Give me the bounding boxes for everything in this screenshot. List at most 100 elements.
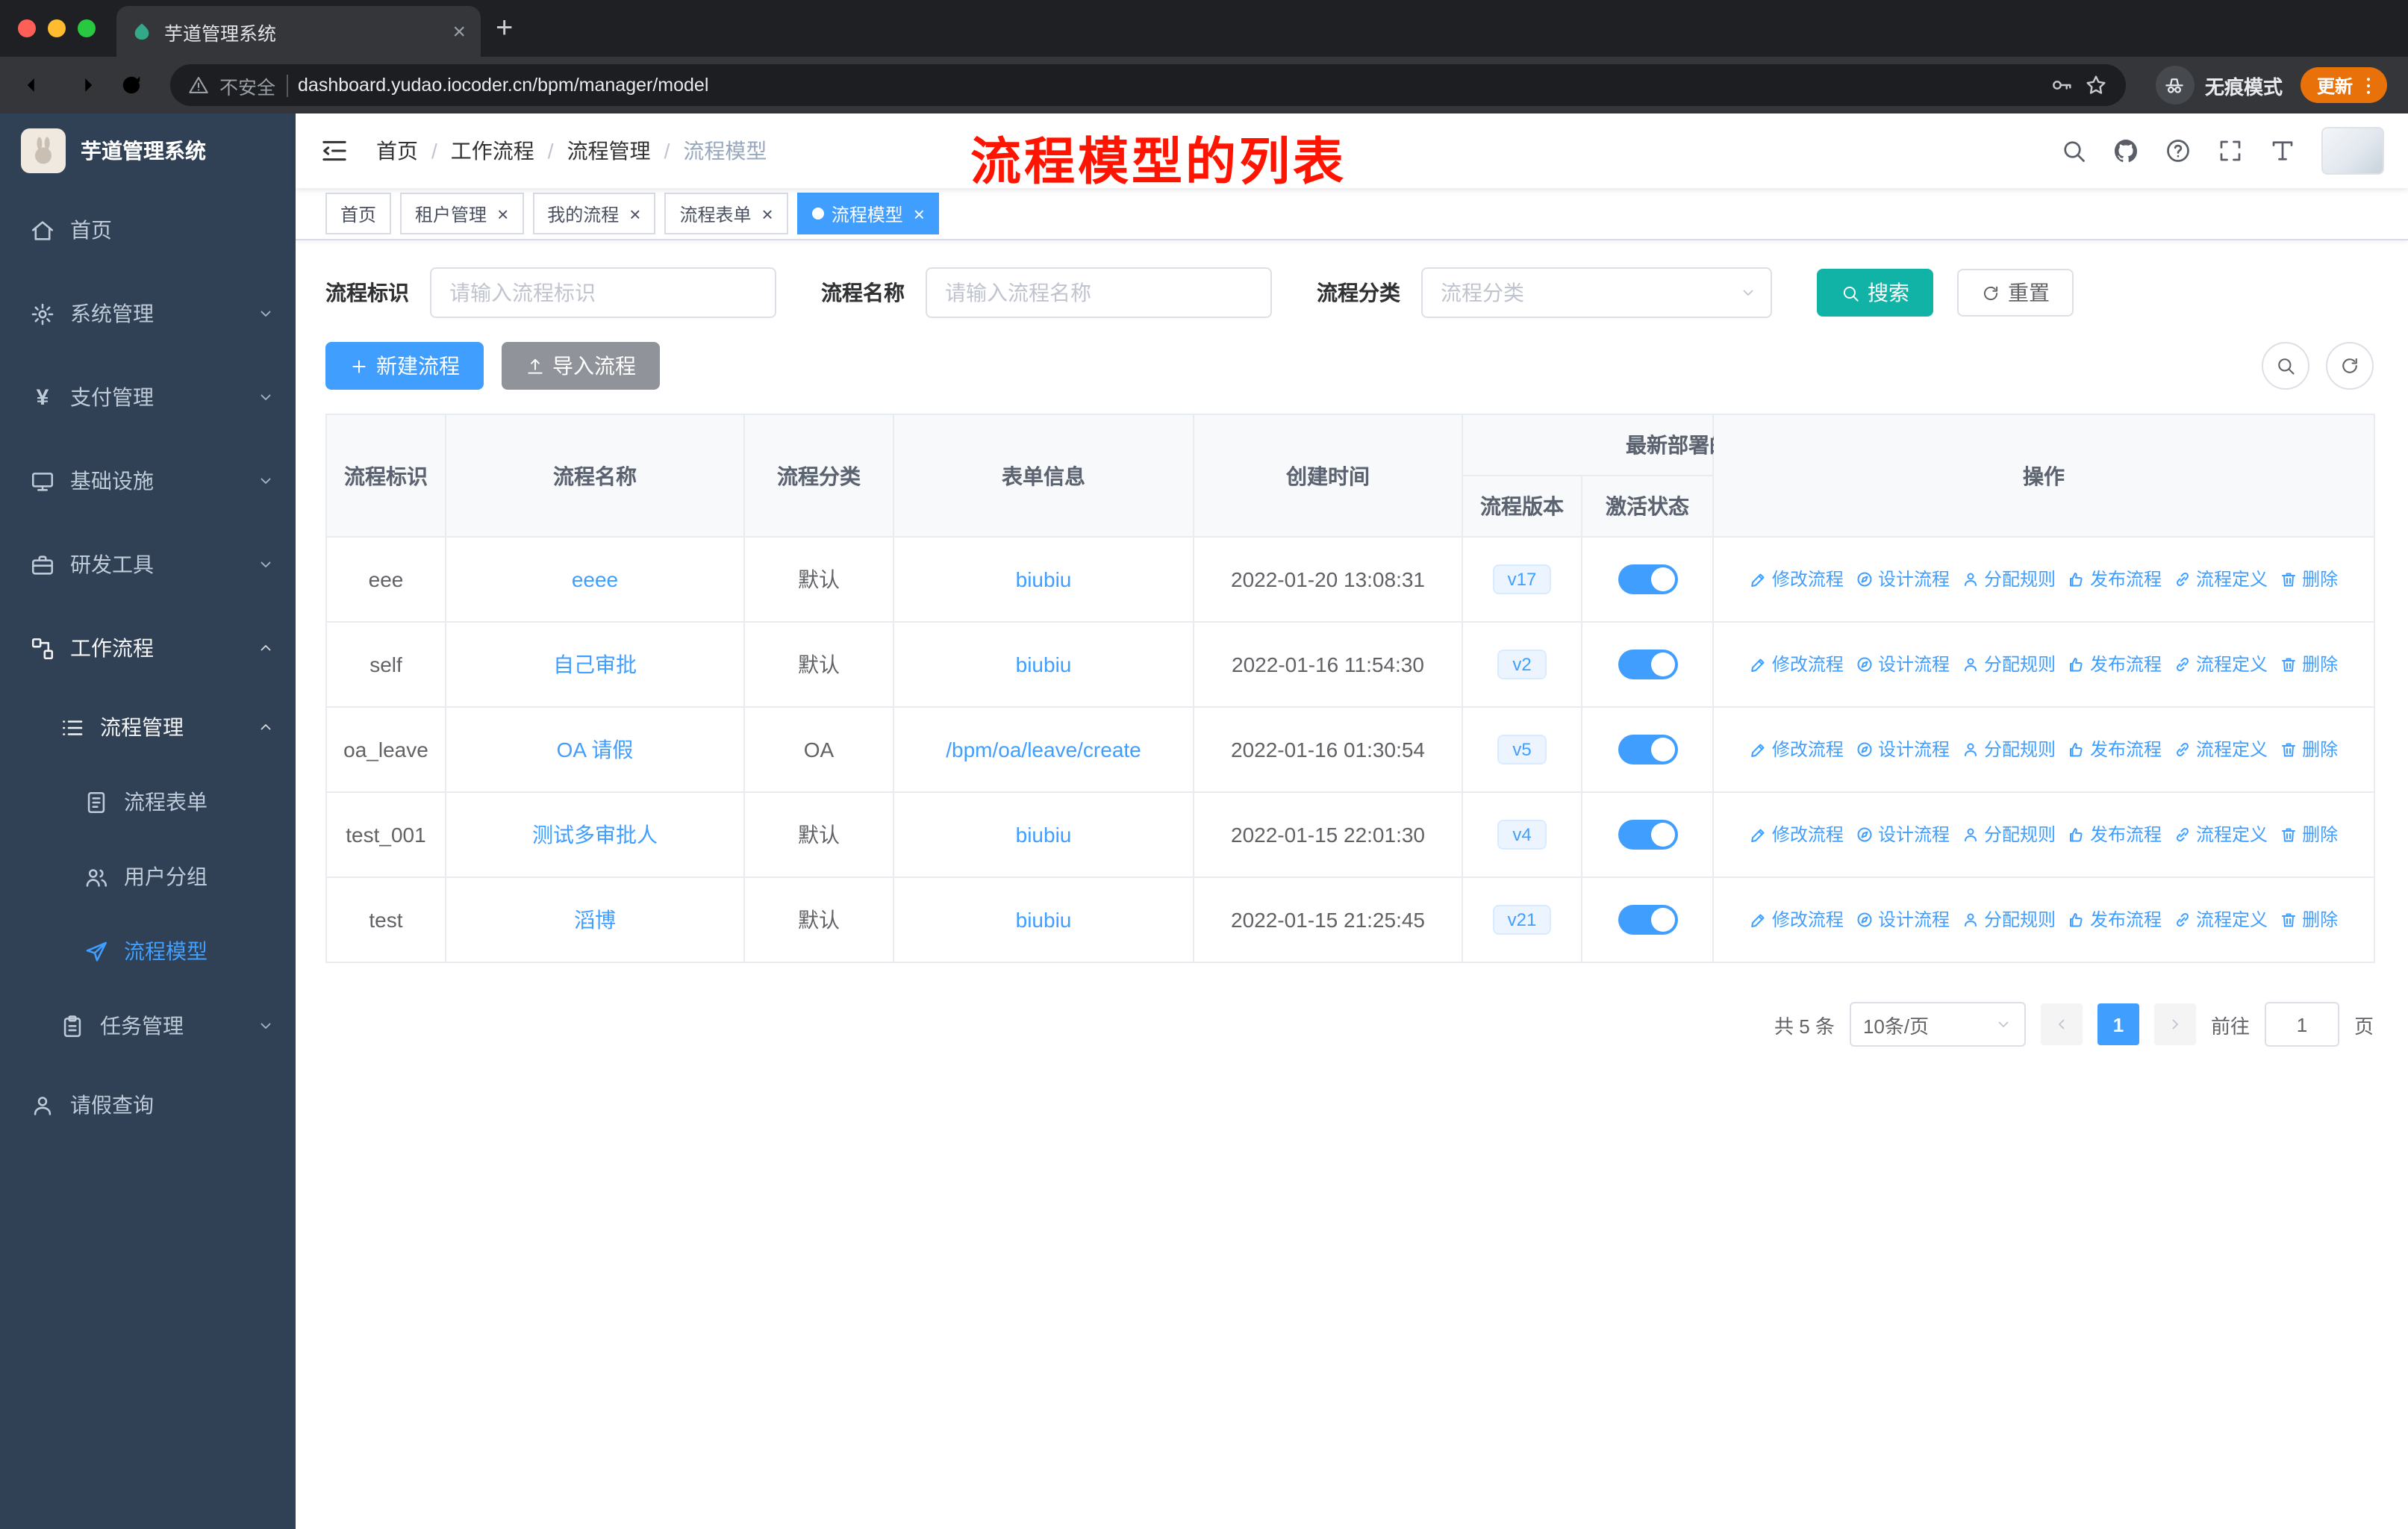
publish-process-link[interactable]: 发布流程 [2068, 567, 2162, 592]
current-page-button[interactable]: 1 [2097, 1003, 2139, 1045]
sidebar-item-leave-query[interactable]: 请假查询 [0, 1063, 296, 1147]
tag-my-process[interactable]: 我的流程 × [532, 193, 656, 234]
active-toggle[interactable] [1618, 735, 1677, 764]
form-info-link[interactable]: biubiu [1016, 653, 1072, 676]
sidebar-item-process-form[interactable]: 流程表单 [0, 764, 296, 839]
process-name-link[interactable]: 滔博 [574, 908, 616, 932]
close-icon[interactable]: × [629, 204, 640, 223]
new-tab-button[interactable]: + [496, 13, 513, 43]
browser-menu-icon[interactable] [2357, 74, 2380, 96]
assign-rule-link[interactable]: 分配规则 [1962, 652, 2056, 677]
close-icon[interactable]: × [914, 204, 925, 223]
update-button[interactable]: 更新 [2300, 67, 2387, 103]
edit-process-link[interactable]: 修改流程 [1750, 652, 1844, 677]
tab-close-icon[interactable]: × [452, 20, 466, 43]
delete-process-link[interactable]: 删除 [2280, 567, 2338, 592]
process-id-input[interactable] [430, 267, 776, 318]
process-name-link[interactable]: OA 请假 [557, 738, 634, 762]
sidebar-item-system[interactable]: 系统管理 [0, 272, 296, 355]
sidebar-item-infrastructure[interactable]: 基础设施 [0, 439, 296, 523]
process-category-select[interactable]: 流程分类 [1421, 267, 1772, 318]
breadcrumb-process-management[interactable]: 流程管理 [567, 136, 651, 166]
github-icon[interactable] [2112, 137, 2139, 164]
back-icon[interactable] [22, 72, 49, 99]
delete-process-link[interactable]: 删除 [2280, 652, 2338, 677]
edit-process-link[interactable]: 修改流程 [1750, 907, 1844, 932]
active-toggle[interactable] [1618, 905, 1677, 935]
tag-process-form[interactable]: 流程表单 × [664, 193, 788, 234]
process-definition-link[interactable]: 流程定义 [2174, 822, 2268, 847]
edit-process-link[interactable]: 修改流程 [1750, 822, 1844, 847]
version-badge[interactable]: v5 [1497, 735, 1547, 764]
breadcrumb-home[interactable]: 首页 [376, 136, 418, 166]
toggle-search-button[interactable] [2262, 342, 2309, 390]
version-badge[interactable]: v2 [1497, 650, 1547, 679]
close-window-button[interactable] [18, 19, 36, 37]
user-avatar[interactable] [2321, 127, 2384, 175]
minimize-window-button[interactable] [48, 19, 66, 37]
create-process-button[interactable]: 新建流程 [325, 342, 484, 390]
edit-process-link[interactable]: 修改流程 [1750, 567, 1844, 592]
import-process-button[interactable]: 导入流程 [502, 342, 660, 390]
sidebar-item-payment[interactable]: ¥ 支付管理 [0, 355, 296, 439]
delete-process-link[interactable]: 删除 [2280, 822, 2338, 847]
assign-rule-link[interactable]: 分配规则 [1962, 737, 2056, 762]
process-name-link[interactable]: eeee [572, 567, 618, 591]
process-definition-link[interactable]: 流程定义 [2174, 652, 2268, 677]
sidebar-item-user-group[interactable]: 用户分组 [0, 839, 296, 914]
process-definition-link[interactable]: 流程定义 [2174, 737, 2268, 762]
close-icon[interactable]: × [762, 204, 773, 223]
bookmark-star-icon[interactable] [2084, 73, 2108, 97]
address-bar[interactable]: 不安全 dashboard.yudao.iocoder.cn/bpm/manag… [170, 64, 2126, 106]
reload-icon[interactable] [118, 72, 145, 99]
delete-process-link[interactable]: 删除 [2280, 907, 2338, 932]
collapse-sidebar-icon[interactable] [319, 136, 349, 166]
active-toggle[interactable] [1618, 650, 1677, 679]
next-page-button[interactable] [2153, 1003, 2196, 1045]
font-size-icon[interactable] [2269, 137, 2296, 164]
tag-home[interactable]: 首页 [325, 193, 392, 234]
page-size-select[interactable]: 10条/页 [1849, 1002, 2026, 1047]
sidebar-item-workflow[interactable]: 工作流程 [0, 606, 296, 690]
assign-rule-link[interactable]: 分配规则 [1962, 567, 2056, 592]
design-process-link[interactable]: 设计流程 [1856, 907, 1950, 932]
tag-tenant-management[interactable]: 租户管理 × [400, 193, 524, 234]
zoom-window-button[interactable] [78, 19, 96, 37]
prev-page-button[interactable] [2040, 1003, 2083, 1045]
publish-process-link[interactable]: 发布流程 [2068, 907, 2162, 932]
sidebar-item-home[interactable]: 首页 [0, 188, 296, 272]
active-toggle[interactable] [1618, 564, 1677, 594]
design-process-link[interactable]: 设计流程 [1856, 567, 1950, 592]
search-icon[interactable] [2060, 137, 2087, 164]
active-toggle[interactable] [1618, 820, 1677, 850]
process-name-link[interactable]: 测试多审批人 [532, 823, 658, 847]
version-badge[interactable]: v4 [1497, 820, 1547, 850]
form-info-link[interactable]: biubiu [1016, 567, 1072, 591]
assign-rule-link[interactable]: 分配规则 [1962, 822, 2056, 847]
tag-process-model[interactable]: 流程模型 × [796, 193, 940, 234]
design-process-link[interactable]: 设计流程 [1856, 652, 1950, 677]
process-definition-link[interactable]: 流程定义 [2174, 907, 2268, 932]
sidebar-item-task-management[interactable]: 任务管理 [0, 988, 296, 1063]
delete-process-link[interactable]: 删除 [2280, 737, 2338, 762]
publish-process-link[interactable]: 发布流程 [2068, 822, 2162, 847]
sidebar-item-devtools[interactable]: 研发工具 [0, 523, 296, 606]
breadcrumb-workflow[interactable]: 工作流程 [451, 136, 534, 166]
fullscreen-icon[interactable] [2217, 137, 2244, 164]
form-info-link[interactable]: biubiu [1016, 823, 1072, 847]
reset-button[interactable]: 重置 [1957, 269, 2074, 317]
process-name-input[interactable] [926, 267, 1272, 318]
publish-process-link[interactable]: 发布流程 [2068, 652, 2162, 677]
forward-icon[interactable] [70, 72, 97, 99]
browser-tab[interactable]: 芋道管理系统 × [116, 6, 481, 57]
goto-page-input[interactable] [2264, 1002, 2339, 1047]
password-key-icon[interactable] [2050, 73, 2074, 97]
form-info-link[interactable]: biubiu [1016, 908, 1072, 932]
refresh-table-button[interactable] [2326, 342, 2374, 390]
sidebar-item-process-management[interactable]: 流程管理 [0, 690, 296, 764]
process-name-link[interactable]: 自己审批 [553, 653, 637, 676]
close-icon[interactable]: × [497, 204, 508, 223]
version-badge[interactable]: v17 [1492, 564, 1552, 594]
help-icon[interactable] [2165, 137, 2192, 164]
process-definition-link[interactable]: 流程定义 [2174, 567, 2268, 592]
